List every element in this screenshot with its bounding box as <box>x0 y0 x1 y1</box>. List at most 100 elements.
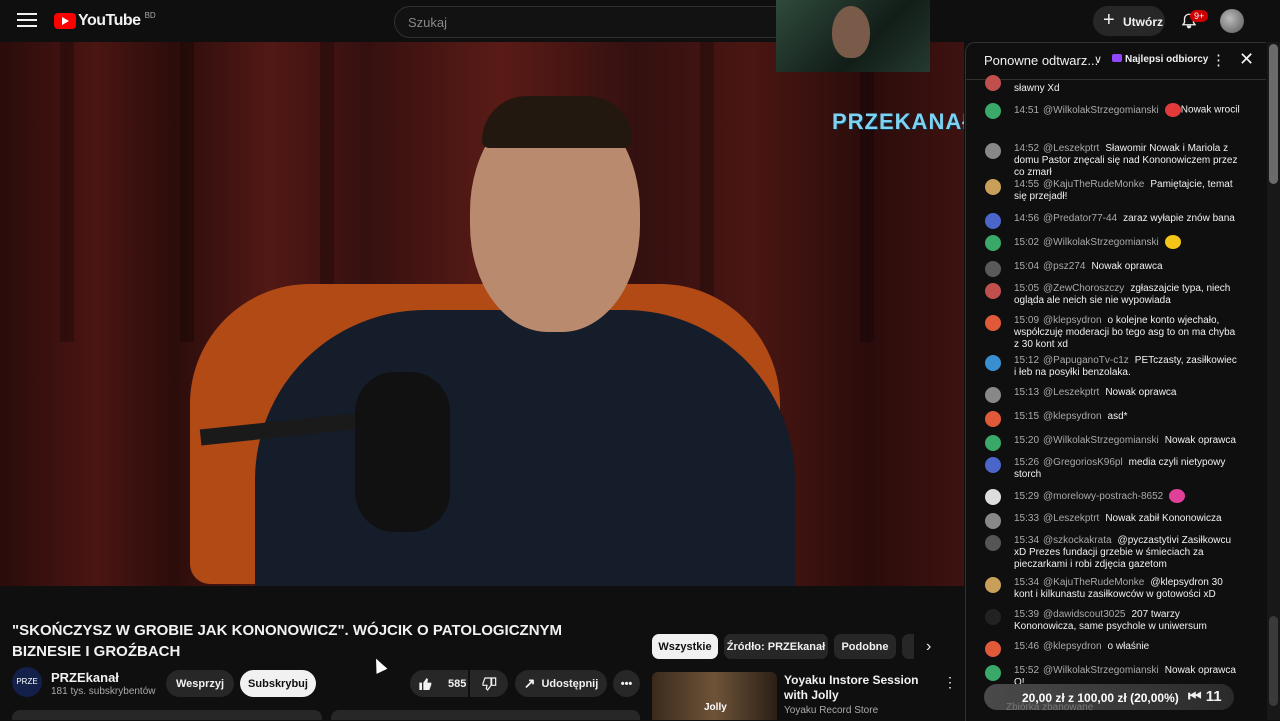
chat-mode-selector[interactable]: Ponowne odtwarz... <box>984 53 1098 68</box>
user-avatar[interactable] <box>985 513 1001 529</box>
message-text: Nowak zabił Kononowicza <box>1105 513 1222 524</box>
chip-related[interactable]: Podobne <box>834 634 896 659</box>
top-fans-badge[interactable]: Najlepsi odbiorcy <box>1112 54 1208 65</box>
chat-message: 15:33 @Leszekptrt Nowak zabił Kononowicza <box>984 513 1240 529</box>
user-avatar[interactable] <box>985 261 1001 277</box>
message-author[interactable]: @WilkolakStrzegomianski <box>1043 105 1159 116</box>
message-text: Nowak wrocil <box>1180 104 1240 116</box>
support-button[interactable]: Wesprzyj <box>166 670 234 697</box>
user-avatar[interactable] <box>985 283 1001 299</box>
chat-message: 15:09 @klepsydron o kolejne konto wjechało… <box>984 315 1240 351</box>
chat-message: 15:39 @dawidscout3025 207 twarzy Kononowic… <box>984 609 1240 633</box>
youtube-logo[interactable]: YouTube BD <box>54 11 156 30</box>
share-button[interactable]: ↗ Udostępnij <box>515 670 607 697</box>
account-avatar[interactable] <box>1220 9 1244 33</box>
user-avatar[interactable] <box>985 641 1001 657</box>
message-author[interactable]: @klepsydron <box>1043 641 1102 652</box>
message-body: 15:34 @szkockakrata @pyczastytivi Zasiłkow… <box>1014 535 1240 571</box>
user-avatar[interactable] <box>985 315 1001 331</box>
curtain-fold <box>60 42 74 342</box>
message-time: 15:04 <box>1014 261 1040 272</box>
user-avatar[interactable] <box>985 143 1001 159</box>
user-avatar[interactable] <box>985 489 1001 505</box>
recommendation-title[interactable]: Yoyaku Instore Session with Jolly <box>784 673 934 703</box>
chevron-down-icon[interactable]: ∨ <box>1094 53 1102 66</box>
chip-source[interactable]: Źródło: PRZEkanał <box>724 634 828 659</box>
message-time: 15:52 <box>1014 665 1040 676</box>
message-text: zaraz wyłapie znów bana <box>1123 213 1235 224</box>
message-time: 15:46 <box>1014 641 1040 652</box>
user-avatar[interactable] <box>985 179 1001 195</box>
picture-in-picture[interactable] <box>776 0 930 72</box>
user-avatar[interactable] <box>985 103 1001 119</box>
message-time: 15:15 <box>1014 411 1040 422</box>
message-body: 15:46 @klepsydron o właśnie <box>1014 641 1240 653</box>
user-avatar[interactable] <box>985 387 1001 403</box>
video-player[interactable]: PRZEKANAŁ <box>0 42 964 586</box>
message-author[interactable]: @klepsydron <box>1043 411 1102 422</box>
user-avatar[interactable] <box>985 577 1001 593</box>
like-count: 585 <box>448 677 467 690</box>
chip-all[interactable]: Wszystkie <box>652 634 718 659</box>
thumbs-up-icon <box>419 677 432 690</box>
message-author[interactable]: @psz274 <box>1043 261 1085 272</box>
user-avatar[interactable] <box>985 235 1001 251</box>
message-author[interactable]: @Predator77-44 <box>1043 213 1117 224</box>
chip-partial[interactable] <box>902 634 914 659</box>
dislike-button[interactable] <box>470 670 508 697</box>
recommendation-thumbnail[interactable]: Jolly <box>652 672 777 720</box>
close-icon[interactable]: ✕ <box>1239 49 1254 70</box>
message-author[interactable]: @KajuTheRudeMonke <box>1043 577 1144 588</box>
message-author[interactable]: @WilkolakStrzegomianski <box>1043 435 1159 446</box>
user-avatar[interactable] <box>985 457 1001 473</box>
chat-menu-icon[interactable]: ⋮ <box>1211 51 1226 69</box>
message-author[interactable]: @morelowy-postrach-8652 <box>1043 491 1163 502</box>
user-avatar[interactable] <box>985 665 1001 681</box>
channel-avatar[interactable]: PRZE <box>12 667 42 697</box>
create-button[interactable]: + Utwórz <box>1093 6 1165 36</box>
kebab-menu-icon[interactable]: ⋮ <box>943 674 957 691</box>
subscribe-button[interactable]: Subskrybuj <box>240 670 316 697</box>
crown-icon <box>1112 54 1122 62</box>
message-author[interactable]: @ZewChoroszczy <box>1043 283 1124 294</box>
user-avatar[interactable] <box>985 435 1001 451</box>
message-author[interactable]: @WilkolakStrzegomianski <box>1043 665 1159 676</box>
chevron-right-icon[interactable]: › <box>926 638 931 656</box>
message-author[interactable]: @Leszekptrt <box>1043 143 1099 154</box>
subscribe-label: Subskrybuj <box>248 677 308 690</box>
message-author[interactable]: @PapuganoTv-c1z <box>1043 355 1129 366</box>
page-scrollbar[interactable] <box>1267 42 1280 720</box>
chat-message: 14:55 @KajuTheRudeMonke Pamiętajcie, temat… <box>984 179 1240 203</box>
user-avatar[interactable] <box>985 213 1001 229</box>
scrollbar-thumb[interactable] <box>1269 44 1278 184</box>
message-text: Nowak oprawca <box>1105 387 1177 398</box>
user-avatar[interactable] <box>985 355 1001 371</box>
more-actions-button[interactable]: ••• <box>613 670 640 697</box>
message-time: 14:55 <box>1014 179 1040 190</box>
message-author[interactable]: @dawidscout3025 <box>1043 609 1125 620</box>
message-time: 15:39 <box>1014 609 1040 620</box>
thumbs-down-icon <box>482 676 497 691</box>
message-author[interactable]: @KajuTheRudeMonke <box>1043 179 1144 190</box>
message-author[interactable]: @Leszekptrt <box>1043 387 1099 398</box>
search-input[interactable]: Szukaj <box>394 6 796 38</box>
message-author[interactable]: @GregoriosK96pl <box>1043 457 1123 468</box>
recommendation-channel[interactable]: Yoyaku Record Store <box>784 705 878 716</box>
message-author[interactable]: @szkockakrata <box>1043 535 1112 546</box>
message-author[interactable]: @Leszekptrt <box>1043 513 1099 524</box>
user-avatar[interactable] <box>985 535 1001 551</box>
chat-message: 15:34 @szkockakrata @pyczastytivi Zasiłkow… <box>984 535 1240 571</box>
message-author[interactable]: @WilkolakStrzegomianski <box>1043 237 1159 248</box>
message-body: 14:52 @Leszekptrt Sławomir Nowak i Mariola… <box>1014 143 1240 179</box>
menu-icon[interactable] <box>17 13 37 29</box>
user-avatar[interactable] <box>985 411 1001 427</box>
chat-message: 15:12 @PapuganoTv-c1z PETczasty, zasiłkowi… <box>984 355 1240 379</box>
top-bar: YouTube BD Szukaj + Utwórz 9+ <box>0 0 1280 42</box>
user-avatar[interactable] <box>985 609 1001 625</box>
chip-label: Wszystkie <box>658 640 712 653</box>
message-author[interactable]: @klepsydron <box>1043 315 1102 326</box>
like-button[interactable]: 585 <box>410 670 468 697</box>
channel-name[interactable]: PRZEkanał <box>51 670 119 685</box>
top-fans-label: Najlepsi odbiorcy <box>1125 54 1209 65</box>
chat-scrollbar-thumb[interactable] <box>1269 616 1278 706</box>
